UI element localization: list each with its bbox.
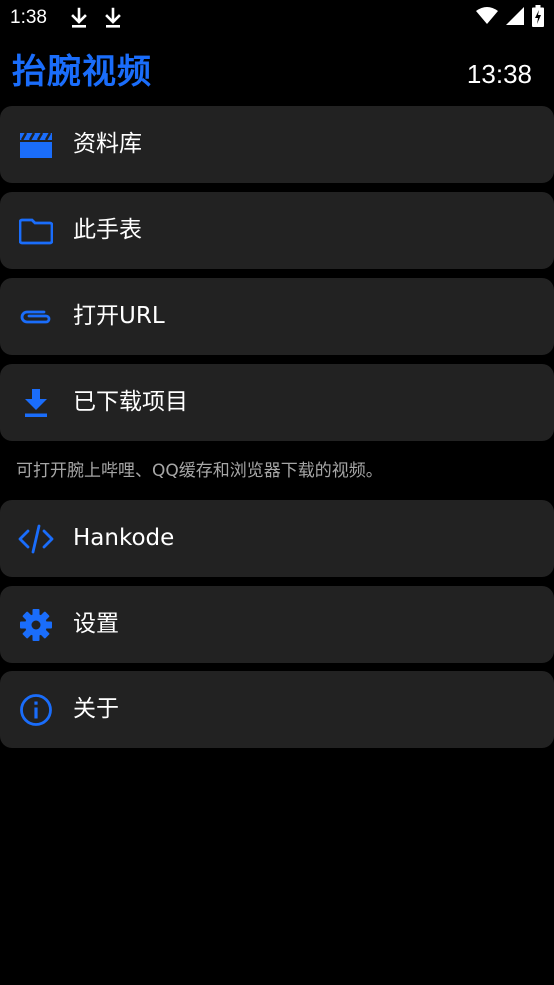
info-icon (18, 693, 54, 727)
status-bar: 1:38 (0, 0, 554, 38)
menu-item-this-watch[interactable]: 此手表 (0, 192, 554, 269)
status-icons (476, 5, 544, 31)
menu-item-label: 打开URL (73, 303, 165, 329)
wifi-icon (476, 7, 498, 29)
battery-charging-icon (532, 5, 544, 31)
download-notification-icon (104, 7, 122, 29)
signal-icon (506, 7, 524, 29)
menu-item-label: 关于 (73, 696, 119, 722)
link-icon (18, 300, 54, 334)
hint-text: 可打开腕上哔哩、QQ缓存和浏览器下载的视频。 (16, 461, 383, 481)
download-icon (18, 386, 54, 420)
menu-item-label: 已下载项目 (73, 389, 188, 415)
download-notification-icon (70, 7, 88, 29)
menu-item-library[interactable]: 资料库 (0, 106, 554, 183)
folder-icon (18, 214, 54, 248)
menu-item-downloads[interactable]: 已下载项目 (0, 364, 554, 441)
menu-item-about[interactable]: 关于 (0, 671, 554, 748)
menu-item-label: 资料库 (73, 131, 142, 157)
header-clock: 13:38 (466, 59, 532, 89)
status-time: 1:38 (10, 7, 47, 28)
gear-icon (18, 608, 54, 642)
clapperboard-icon (18, 128, 54, 162)
app-title: 抬腕视频 (12, 52, 152, 92)
menu-item-settings[interactable]: 设置 (0, 586, 554, 663)
menu-item-hankode[interactable]: Hankode (0, 500, 554, 577)
code-icon (18, 522, 54, 556)
menu-item-label: 设置 (73, 611, 119, 637)
menu-item-open-url[interactable]: 打开URL (0, 278, 554, 355)
menu-item-label: 此手表 (73, 217, 142, 243)
menu-item-label: Hankode (73, 525, 175, 551)
